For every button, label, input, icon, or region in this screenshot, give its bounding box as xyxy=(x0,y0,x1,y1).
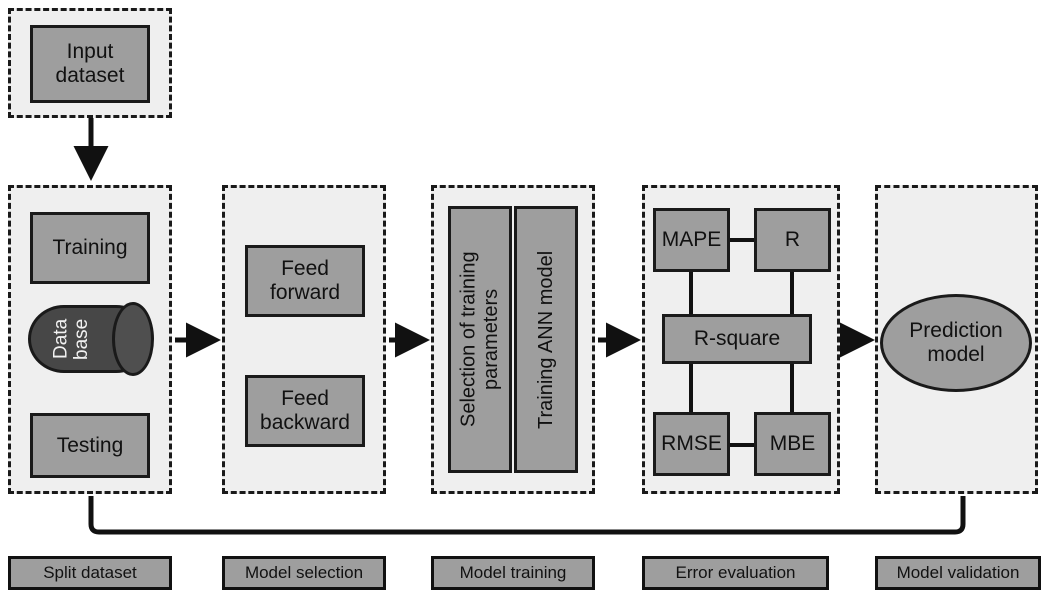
caption-error-evaluation-label: Error evaluation xyxy=(675,563,796,582)
node-testing-label: Testing xyxy=(56,433,124,457)
node-r[interactable]: R xyxy=(754,208,831,272)
node-training-ann-model-label: Training ANN model xyxy=(534,250,557,429)
node-selection-of-training-parameters[interactable]: Selection of training parameters xyxy=(448,206,512,473)
node-feed-backward[interactable]: Feed backward xyxy=(245,375,365,447)
node-r-label: R xyxy=(784,228,801,252)
caption-split-dataset-label: Split dataset xyxy=(43,563,137,582)
connector-feedback-loop xyxy=(88,496,966,535)
node-prediction-model[interactable]: Prediction model xyxy=(880,294,1032,392)
node-rmse[interactable]: RMSE xyxy=(653,412,730,476)
node-database-label: Data base xyxy=(50,318,92,360)
connector-rsquare-to-rmse xyxy=(689,360,693,416)
node-training[interactable]: Training xyxy=(30,212,150,284)
node-mape[interactable]: MAPE xyxy=(653,208,730,272)
node-r-square[interactable]: R-square xyxy=(662,314,812,364)
connector-mape-to-rsquare xyxy=(689,268,693,318)
node-feed-backward-label: Feed backward xyxy=(260,387,350,434)
caption-split-dataset[interactable]: Split dataset xyxy=(8,556,172,590)
node-selection-of-training-parameters-label: Selection of training parameters xyxy=(457,251,502,428)
caption-model-selection-label: Model selection xyxy=(244,563,364,582)
node-training-label: Training xyxy=(52,236,128,260)
database-cap xyxy=(112,302,154,376)
caption-model-training-label: Model training xyxy=(459,563,567,582)
node-mbe[interactable]: MBE xyxy=(754,412,831,476)
node-feed-forward-label: Feed forward xyxy=(269,257,341,304)
caption-model-validation-label: Model validation xyxy=(896,563,1020,582)
node-mape-label: MAPE xyxy=(661,228,722,252)
node-testing[interactable]: Testing xyxy=(30,413,150,478)
flowchart-canvas: Input dataset Training Data base Testing… xyxy=(0,0,1049,602)
caption-model-validation[interactable]: Model validation xyxy=(875,556,1041,590)
connector-rsquare-to-mbe xyxy=(790,360,794,416)
caption-model-selection[interactable]: Model selection xyxy=(222,556,386,590)
node-database[interactable]: Data base xyxy=(28,302,154,376)
connector-r-to-rsquare xyxy=(790,268,794,318)
node-feed-forward[interactable]: Feed forward xyxy=(245,245,365,317)
node-r-square-label: R-square xyxy=(693,327,781,351)
node-mbe-label: MBE xyxy=(769,432,816,456)
caption-model-training[interactable]: Model training xyxy=(431,556,595,590)
node-input-dataset[interactable]: Input dataset xyxy=(30,25,150,103)
node-input-dataset-label: Input dataset xyxy=(55,40,125,87)
caption-error-evaluation[interactable]: Error evaluation xyxy=(642,556,829,590)
group-model-selection xyxy=(222,185,386,494)
node-training-ann-model[interactable]: Training ANN model xyxy=(514,206,578,473)
node-rmse-label: RMSE xyxy=(661,432,722,456)
node-prediction-model-label: Prediction model xyxy=(909,319,1003,366)
